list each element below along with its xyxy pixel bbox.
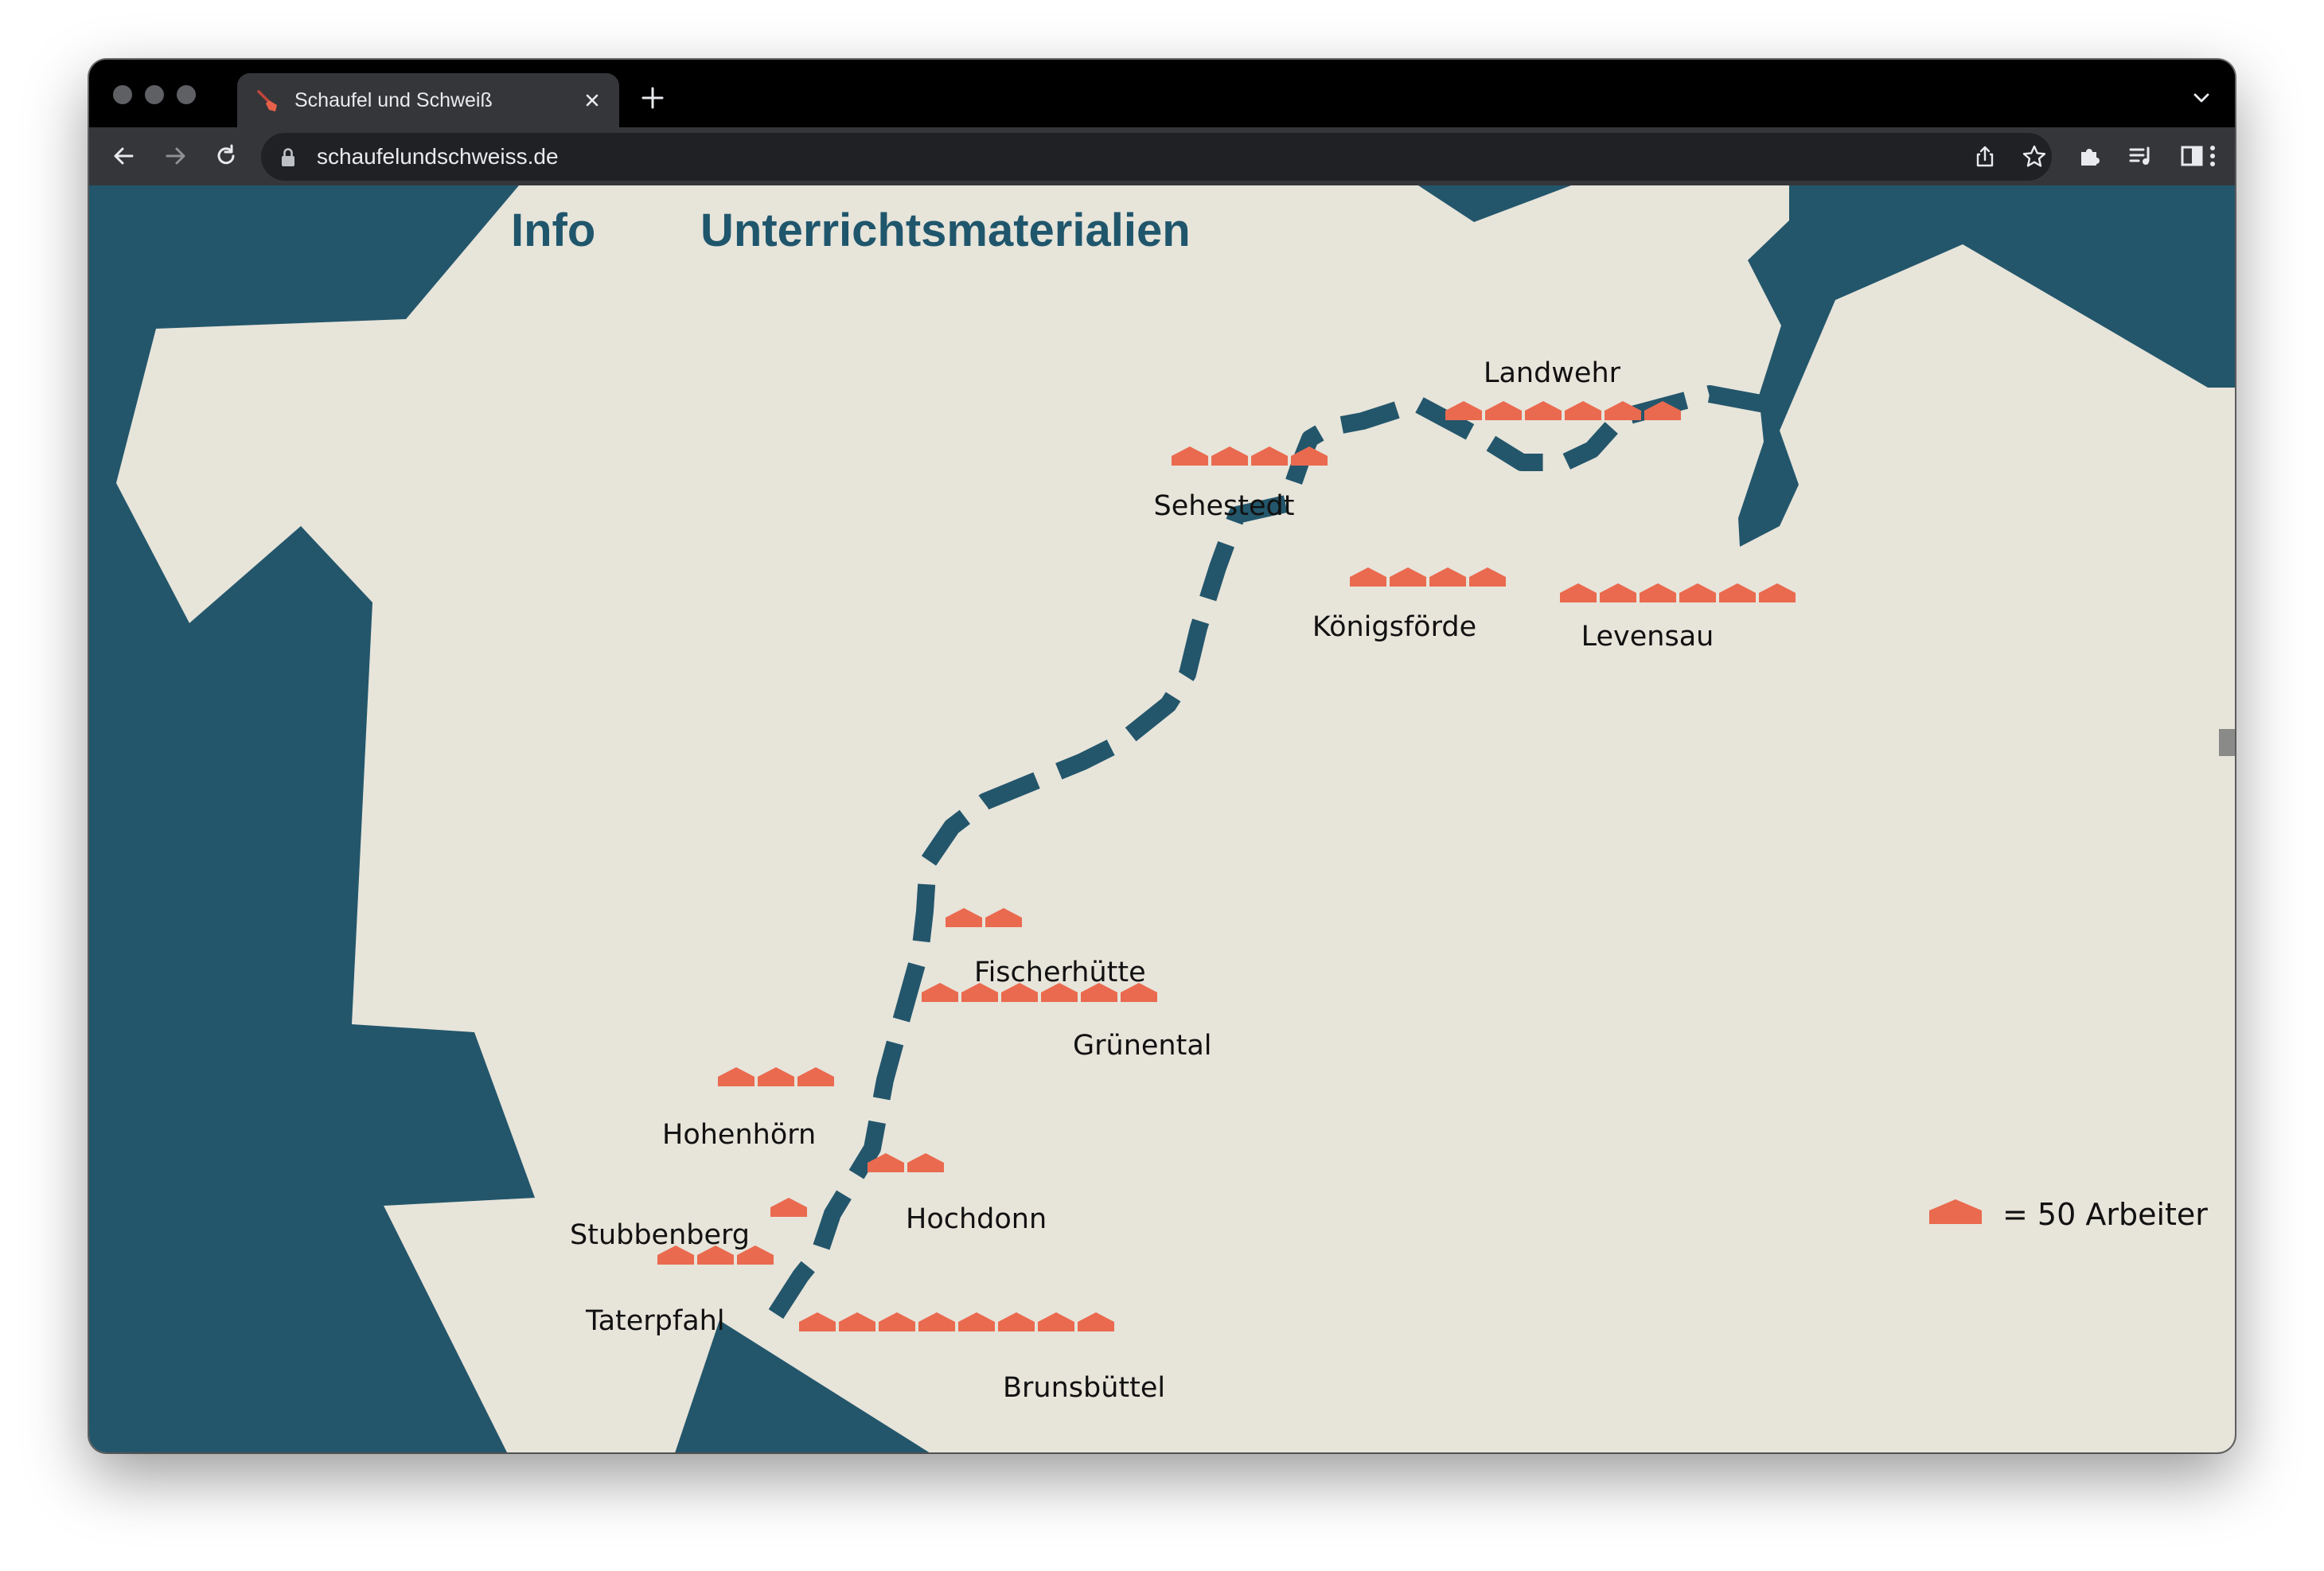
house-group-koenigsfoerde [1350, 567, 1506, 587]
house-icon [985, 908, 1022, 927]
house-icon [839, 1312, 875, 1331]
house-group-hochdonn [868, 1153, 944, 1172]
house-icon [1485, 401, 1522, 420]
place-label-fischerhuette: Fischerhütte [974, 957, 1146, 988]
place-labels: Landwehr Sehestedt Königsförde Levensau Fisc… [570, 357, 1714, 1404]
place-label-koenigsfoerde: Königsförde [1312, 611, 1476, 643]
address-bar[interactable]: schaufelundschweiss.de [261, 133, 2052, 181]
browser-toolbar: schaufelundschweiss.de [89, 127, 2235, 185]
browser-tab[interactable]: Schaufel und Schweiß [237, 73, 619, 127]
house-icon [1350, 567, 1386, 587]
house-icon [922, 983, 958, 1002]
place-markers [657, 401, 1796, 1331]
house-icon [1525, 401, 1562, 420]
place-label-hohenhoern: Hohenhörn [662, 1119, 816, 1151]
house-icon [998, 1312, 1035, 1331]
house-icon [1605, 401, 1641, 420]
place-label-landwehr: Landwehr [1484, 357, 1621, 389]
extensions-icon[interactable] [2074, 140, 2106, 172]
house-icon [797, 1067, 834, 1086]
house-icon [1445, 401, 1482, 420]
house-icon [918, 1312, 955, 1331]
house-icon [1640, 583, 1676, 602]
house-icon [1679, 583, 1716, 602]
minimize-window-button[interactable] [145, 85, 164, 104]
close-window-button[interactable] [113, 85, 132, 104]
url-text: schaufelundschweiss.de [317, 144, 559, 169]
legend-label: = 50 Arbeiter [2002, 1197, 2208, 1232]
house-icon [1038, 1312, 1074, 1331]
house-icon [718, 1067, 755, 1086]
house-group-brunsbuettel [799, 1312, 1114, 1331]
tab-bar: Schaufel und Schweiß [89, 60, 2235, 127]
reading-list-icon[interactable] [2125, 140, 2157, 172]
place-label-taterpfahl: Taterpfahl [585, 1305, 725, 1337]
house-icon [1172, 446, 1208, 466]
house-icon [758, 1067, 794, 1086]
house-icon [1251, 446, 1288, 466]
top-inlet [1418, 185, 1571, 222]
house-icon [1600, 583, 1636, 602]
shovel-icon [257, 90, 277, 111]
chevron-down-icon[interactable] [2189, 85, 2214, 111]
close-tab-icon[interactable] [579, 88, 605, 113]
browser-window: Schaufel und Schweiß schaufelundschweiss… [89, 60, 2235, 1452]
house-icon [1565, 401, 1601, 420]
house-icon [958, 1312, 995, 1331]
place-label-hochdonn: Hochdonn [906, 1203, 1047, 1235]
canal-map: Landwehr Sehestedt Königsförde Levensau Fisc… [89, 185, 2235, 1452]
bookmark-star-icon[interactable] [2018, 141, 2050, 173]
page-viewport: Landwehr Sehestedt Königsförde Levensau Fisc… [89, 185, 2235, 1452]
house-icon [907, 1153, 944, 1172]
lock-icon [282, 148, 294, 166]
elbe-estuary [675, 1320, 930, 1452]
menu-icon[interactable] [2197, 140, 2228, 172]
place-label-brunsbuettel: Brunsbüttel [1003, 1372, 1165, 1404]
house-icon [1078, 1312, 1114, 1331]
house-group-stubbenberg [770, 1198, 807, 1217]
nav-unterrichtsmaterialien-link[interactable]: Unterrichtsmaterialien [700, 204, 1191, 257]
house-icon [879, 1312, 915, 1331]
house-icon [946, 908, 982, 927]
house-icon [770, 1198, 807, 1217]
canal-route [761, 385, 1768, 1330]
place-label-sehestedt: Sehestedt [1154, 490, 1295, 522]
new-tab-icon[interactable] [638, 84, 667, 112]
house-group-hohenhoern [718, 1067, 834, 1086]
house-group-sehestedt [1172, 446, 1328, 466]
house-group-fischerhuette [946, 908, 1022, 927]
place-label-levensau: Levensau [1581, 621, 1714, 653]
house-icon [1211, 446, 1248, 466]
share-icon[interactable] [1969, 141, 2001, 173]
tab-title: Schaufel und Schweiß [294, 89, 493, 111]
forward-icon[interactable] [159, 140, 191, 172]
maximize-window-button[interactable] [177, 85, 196, 104]
nav-info-link[interactable]: Info [511, 204, 595, 257]
legend: = 50 Arbeiter [1929, 1197, 2208, 1232]
house-icon [1390, 567, 1426, 587]
house-icon [799, 1312, 836, 1331]
house-icon [1560, 583, 1597, 602]
house-icon [1759, 583, 1796, 602]
place-label-gruenental: Grünental [1073, 1030, 1212, 1062]
west-sea [89, 185, 535, 1452]
back-icon[interactable] [108, 140, 140, 172]
place-label-stubbenberg: Stubbenberg [570, 1219, 750, 1251]
legend-house-icon [1929, 1199, 1982, 1224]
scrollbar-thumb[interactable] [2219, 729, 2235, 756]
house-group-levensau [1560, 583, 1796, 602]
reload-icon[interactable] [210, 140, 242, 172]
house-icon [1469, 567, 1506, 587]
kiel-fjord [1738, 185, 2235, 547]
house-icon [1429, 567, 1466, 587]
house-icon [1719, 583, 1756, 602]
